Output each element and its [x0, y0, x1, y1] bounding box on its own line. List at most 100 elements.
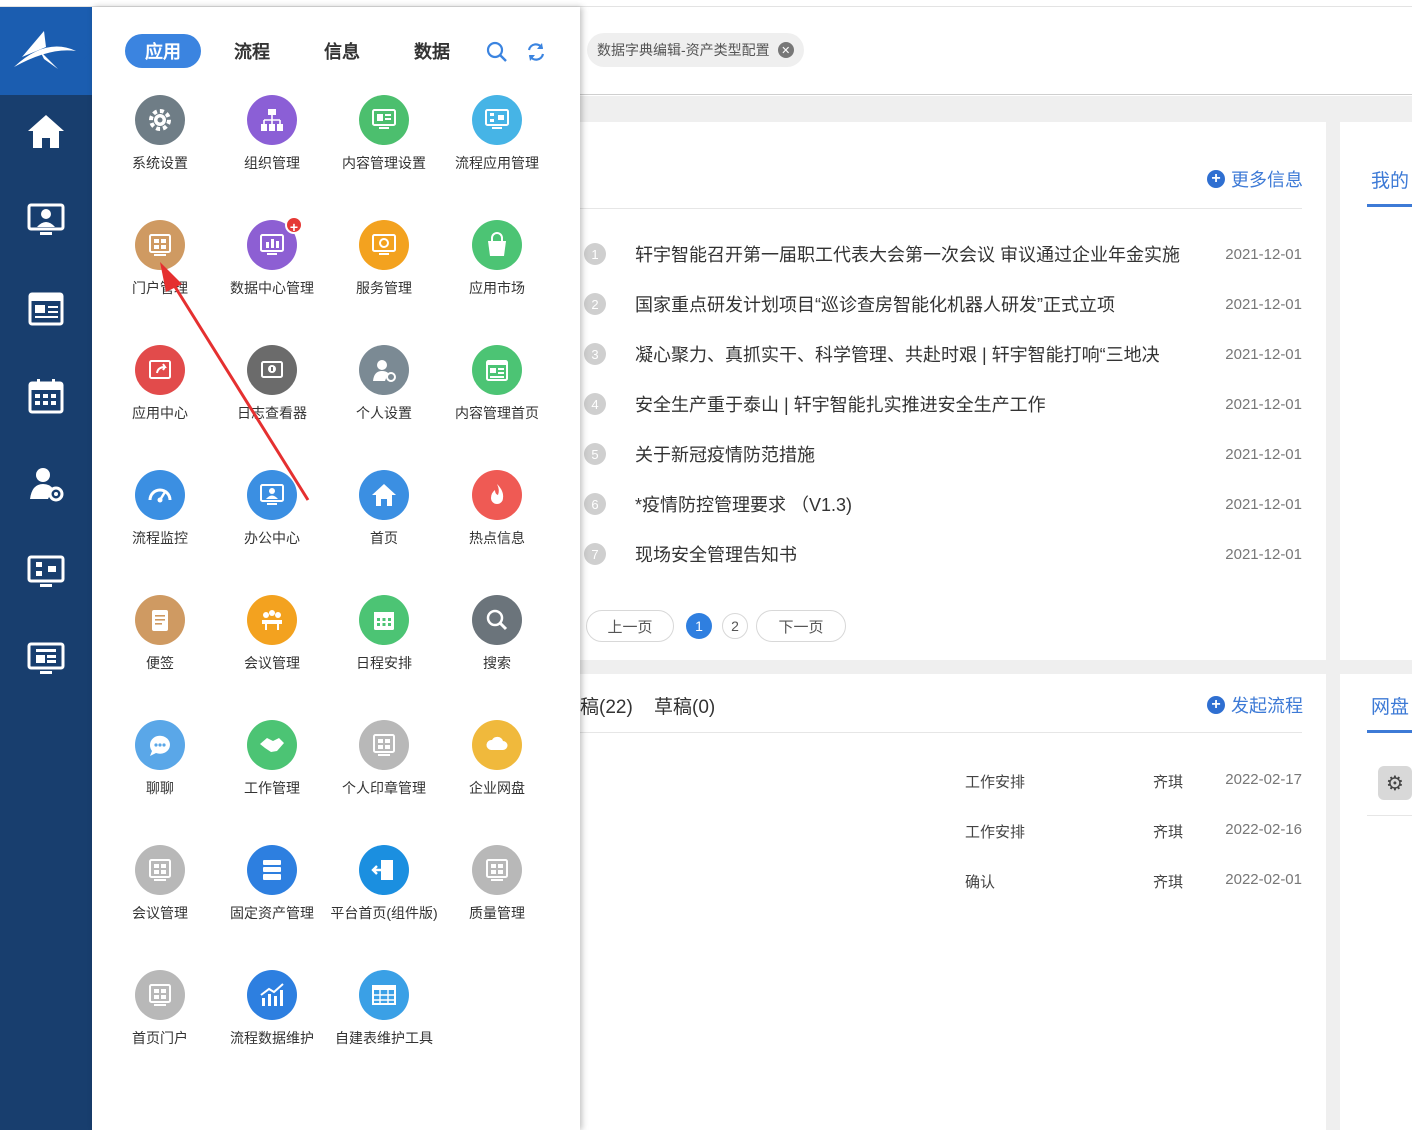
home-icon	[28, 115, 64, 148]
row-number: 4	[584, 393, 606, 415]
app-tile[interactable]: 首页门户	[104, 970, 216, 1048]
flow-row[interactable]: 工作安排 齐琪 2022-02-17	[580, 766, 1302, 796]
news-row[interactable]: 5 关于新冠疫情防范措施 2021-12-01	[584, 439, 1302, 469]
app-tile[interactable]: 系统设置	[104, 95, 216, 173]
prev-page-button[interactable]: 上一页	[586, 610, 674, 642]
news-row[interactable]: 6 *疫情防控管理要求 （V1.3) 2021-12-01	[584, 489, 1302, 519]
app-tile[interactable]: 应用中心	[104, 345, 216, 423]
app-tile[interactable]: 个人设置	[328, 345, 440, 423]
chat-bubble-icon	[135, 720, 185, 770]
nav-personal-settings[interactable]	[0, 449, 92, 519]
page-2-button[interactable]: 2	[722, 613, 748, 639]
open-tab[interactable]: 数据字典编辑-资产类型配置 ✕	[587, 33, 804, 67]
flow-tab-draft[interactable]: 草稿(0)	[654, 692, 715, 719]
news-title[interactable]: 现场安全管理告知书	[635, 541, 1195, 567]
active-indicator	[1367, 730, 1412, 733]
news-title[interactable]: 关于新冠疫情防范措施	[635, 441, 1195, 467]
news-row[interactable]: 3 凝心聚力、真抓实干、科学管理、共赴时艰 | 轩宇智能打响“三地决 2021-12…	[584, 339, 1302, 369]
my-card: 我的	[1340, 122, 1412, 660]
tab-bar: 数据字典编辑-资产类型配置 ✕	[580, 7, 1412, 95]
flow-row[interactable]: 确认 齐琪 2022-02-01	[580, 866, 1302, 896]
app-tile[interactable]: 便签	[104, 595, 216, 673]
app-tile[interactable]: 日程安排	[328, 595, 440, 673]
news-row[interactable]: 4 安全生产重于泰山 | 轩宇智能扎实推进安全生产工作 2021-12-01	[584, 389, 1302, 419]
flow-user: 齐琪	[1153, 874, 1184, 891]
news-date: 2021-12-01	[1225, 395, 1302, 413]
nav-calendar[interactable]	[0, 361, 92, 431]
app-tile[interactable]: 搜索	[441, 595, 553, 673]
app-tile[interactable]: 热点信息	[441, 470, 553, 548]
divider	[580, 732, 1302, 733]
nav-content[interactable]	[0, 273, 92, 343]
flow-tab-submitted[interactable]: 稿(22)	[580, 692, 633, 719]
tab-flow[interactable]: 流程	[232, 34, 272, 68]
app-tile[interactable]: 服务管理	[328, 220, 440, 298]
nav-content-settings[interactable]	[0, 624, 92, 694]
close-icon[interactable]: ✕	[777, 42, 794, 58]
app-label: 办公中心	[244, 530, 300, 546]
app-label: 应用市场	[469, 280, 525, 296]
news-title[interactable]: 轩宇智能召开第一届职工代表大会第一次会议 审议通过企业年金实施	[635, 241, 1195, 267]
app-tile[interactable]: 应用市场	[441, 220, 553, 298]
app-label: 便签	[146, 655, 174, 671]
news-title[interactable]: 安全生产重于泰山 | 轩宇智能扎实推进安全生产工作	[635, 391, 1195, 417]
news-row[interactable]: 7 现场安全管理告知书 2021-12-01	[584, 539, 1302, 569]
app-tile[interactable]: 内容管理设置	[328, 95, 440, 173]
app-label: 流程数据维护	[230, 1030, 314, 1046]
app-tile[interactable]: 首页	[328, 470, 440, 548]
tab-data[interactable]: 数据	[412, 34, 452, 68]
start-flow-button[interactable]: + 发起流程	[1207, 692, 1303, 718]
app-label: 门户管理	[132, 280, 188, 296]
app-tile[interactable]: 流程监控	[104, 470, 216, 548]
app-tile[interactable]: 聊聊	[104, 720, 216, 798]
news-title[interactable]: 凝心聚力、真抓实干、科学管理、共赴时艰 | 轩宇智能打响“三地决	[635, 341, 1195, 367]
news-title[interactable]: 国家重点研发计划项目“巡诊查房智能化机器人研发”正式立项	[635, 291, 1195, 317]
app-tile[interactable]: + 数据中心管理	[216, 216, 328, 298]
tab-info[interactable]: 信息	[322, 34, 362, 68]
app-tile[interactable]: 个人印章管理	[328, 720, 440, 798]
app-tile[interactable]: 内容管理首页	[441, 345, 553, 423]
app-tile[interactable]: 固定资产管理	[216, 845, 328, 923]
flow-card: 稿(22) 草稿(0) + 发起流程 工作安排 齐琪 2022-02-17 工作安排齐…	[580, 674, 1326, 1130]
flame-icon	[472, 470, 522, 520]
app-tile[interactable]: 企业网盘	[441, 720, 553, 798]
app-tile[interactable]: 日志查看器	[216, 345, 328, 423]
search-icon	[472, 595, 522, 645]
more-info-label: 更多信息	[1231, 170, 1303, 190]
next-page-button[interactable]: 下一页	[756, 610, 846, 642]
news-title[interactable]: *疫情防控管理要求 （V1.3)	[635, 491, 1195, 517]
app-label: 流程应用管理	[455, 155, 539, 171]
news-row[interactable]: 2 国家重点研发计划项目“巡诊查房智能化机器人研发”正式立项 2021-12-01	[584, 289, 1302, 319]
app-tile[interactable]: 质量管理	[441, 845, 553, 923]
nav-office[interactable]	[0, 185, 92, 255]
netdisk-tab[interactable]: 网盘	[1371, 692, 1409, 719]
app-tile[interactable]: 自建表维护工具	[328, 970, 440, 1048]
app-tile[interactable]: 组织管理	[216, 95, 328, 173]
app-label: 会议管理	[132, 905, 188, 921]
app-tile[interactable]: 会议管理	[104, 845, 216, 923]
nav-home[interactable]	[0, 97, 92, 167]
add-badge[interactable]: +	[285, 216, 303, 235]
app-tile[interactable]: 流程数据维护	[216, 970, 328, 1048]
refresh-icon[interactable]	[525, 41, 547, 68]
flow-row[interactable]: 工作安排 齐琪 2022-02-16	[580, 816, 1302, 846]
gear-file-icon[interactable]: ⚙	[1378, 766, 1412, 800]
news-row[interactable]: 1 轩宇智能召开第一届职工代表大会第一次会议 审议通过企业年金实施 2021-12-…	[584, 239, 1302, 269]
handshake-icon	[247, 720, 297, 770]
app-tile[interactable]: 工作管理	[216, 720, 328, 798]
gauge-icon	[135, 470, 185, 520]
app-tile[interactable]: 门户管理	[104, 220, 216, 298]
app-tile[interactable]: 平台首页(组件版)	[328, 845, 440, 923]
app-tile[interactable]: 办公中心	[216, 470, 328, 548]
service-monitor-icon	[359, 220, 409, 270]
more-info-button[interactable]: + 更多信息	[1207, 166, 1303, 192]
app-tile[interactable]: 流程应用管理	[441, 95, 553, 173]
search-icon[interactable]	[486, 41, 508, 68]
top-edge	[0, 0, 1412, 7]
my-tab[interactable]: 我的	[1371, 166, 1409, 193]
nav-flow[interactable]	[0, 537, 92, 607]
page-1-button[interactable]: 1	[686, 613, 712, 639]
logo[interactable]	[0, 7, 92, 95]
tab-apps[interactable]: 应用	[125, 34, 201, 68]
app-tile[interactable]: 会议管理	[216, 595, 328, 673]
